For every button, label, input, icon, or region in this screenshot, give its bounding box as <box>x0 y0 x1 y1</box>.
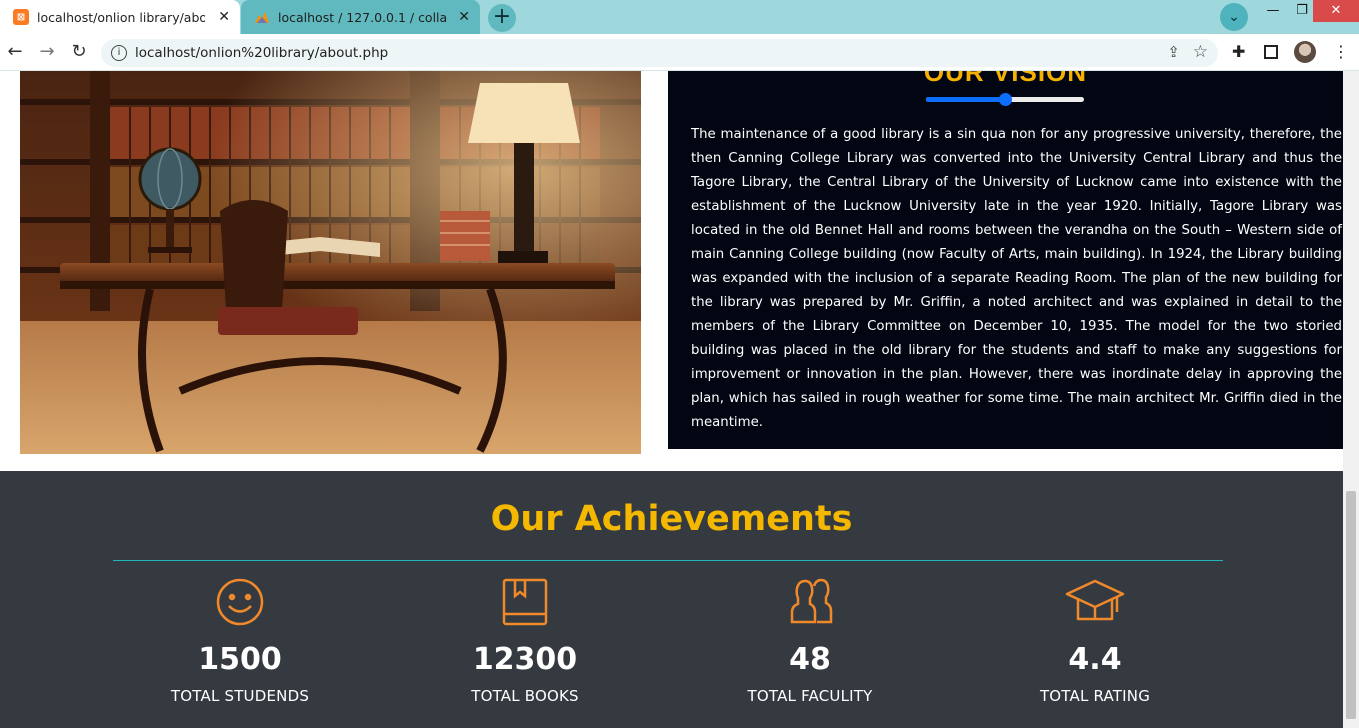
back-button[interactable]: ← <box>3 40 27 64</box>
window-close-button[interactable]: ✕ <box>1313 0 1359 22</box>
stat-rating: 4.4 TOTAL RATING <box>965 576 1225 705</box>
tab-search-button[interactable]: ⌄ <box>1220 3 1248 31</box>
extensions-icon[interactable]: ✚ <box>1232 42 1245 61</box>
new-tab-button[interactable]: + <box>488 4 516 32</box>
stat-label: TOTAL FACULITY <box>747 687 873 705</box>
scrollbar-thumb[interactable] <box>1346 491 1356 719</box>
slider-fill <box>926 97 1005 102</box>
reload-icon: ↻ <box>71 41 87 62</box>
arrow-right-icon: → <box>39 41 55 62</box>
bookmark-star-icon[interactable]: ☆ <box>1193 42 1208 62</box>
address-bar[interactable]: i localhost/onlion%20library/about.php ⇪… <box>101 39 1218 67</box>
menu-kebab-icon[interactable]: ⋮ <box>1333 42 1349 61</box>
stat-value: 1500 <box>198 642 282 677</box>
browser-toolbar: ← → ↻ i localhost/onlion%20library/about… <box>0 34 1359 71</box>
chevron-down-icon: ⌄ <box>1228 9 1240 25</box>
smiley-icon <box>110 576 370 628</box>
tab-phpmyadmin[interactable]: localhost / 127.0.0.1 / collagelibra ✕ <box>241 0 480 34</box>
close-icon[interactable]: ✕ <box>218 9 230 25</box>
tab-strip: ⊠ localhost/onlion library/about.php ✕ l… <box>0 0 1359 34</box>
stat-label: TOTAL BOOKS <box>471 687 579 705</box>
achievements-title: Our Achievements <box>490 499 853 539</box>
users-icon <box>680 576 940 628</box>
share-icon[interactable]: ⇪ <box>1167 43 1180 61</box>
stat-value: 48 <box>789 642 831 677</box>
vision-panel: OUR VISION The maintenance of a good lib… <box>668 71 1343 449</box>
stat-books: 12300 TOTAL BOOKS <box>395 576 655 705</box>
close-icon[interactable]: ✕ <box>458 9 470 25</box>
tab-about-page[interactable]: ⊠ localhost/onlion library/about.php ✕ <box>0 0 240 34</box>
phpmyadmin-icon <box>254 9 270 25</box>
stat-faculty: 48 TOTAL FACULITY <box>680 576 940 705</box>
profile-avatar[interactable] <box>1294 41 1316 63</box>
vision-title: OUR VISION <box>923 71 1088 87</box>
stat-value: 4.4 <box>1068 642 1122 677</box>
slider-knob[interactable] <box>998 93 1012 106</box>
page-viewport: OUR VISION The maintenance of a good lib… <box>0 71 1343 728</box>
divider <box>113 560 1223 561</box>
book-icon <box>395 576 655 628</box>
page-scrollbar[interactable] <box>1343 71 1359 728</box>
stat-label: TOTAL RATING <box>1039 687 1151 705</box>
tab-title: localhost/onlion library/about.php <box>37 9 205 25</box>
achievements-section: Our Achievements 1500 TOTAL STUDENDS 123… <box>0 471 1343 728</box>
stat-students: 1500 TOTAL STUDENDS <box>110 576 370 705</box>
library-photo <box>20 71 641 454</box>
graduation-cap-icon <box>965 576 1225 628</box>
vision-paragraph: The maintenance of a good library is a s… <box>691 127 1342 430</box>
arrow-left-icon: ← <box>7 41 23 62</box>
tab-title: localhost / 127.0.0.1 / collagelibra <box>278 9 446 25</box>
url-text[interactable]: localhost/onlion%20library/about.php <box>135 45 388 61</box>
side-panel-icon[interactable] <box>1264 45 1278 59</box>
info-icon[interactable]: i <box>111 45 127 61</box>
stat-value: 12300 <box>472 642 578 677</box>
vision-slider[interactable] <box>926 93 1084 106</box>
reload-button[interactable]: ↻ <box>67 40 91 64</box>
xampp-icon: ⊠ <box>13 9 29 25</box>
stat-label: TOTAL STUDENDS <box>170 687 310 705</box>
forward-button[interactable]: → <box>35 40 59 64</box>
